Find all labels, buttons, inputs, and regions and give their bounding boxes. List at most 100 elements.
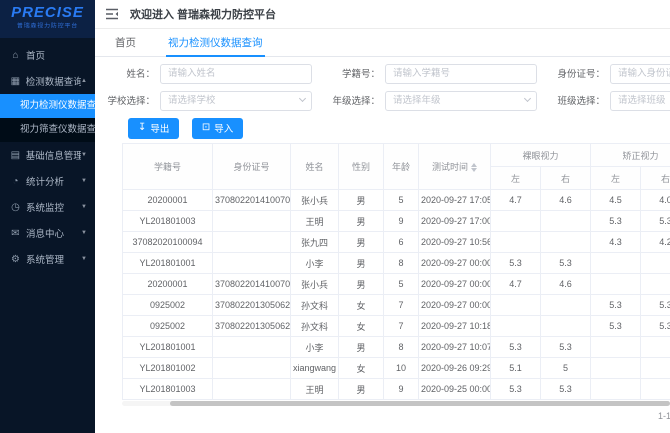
table-cell: 女	[339, 316, 384, 337]
table-cell: 4.6	[541, 274, 591, 295]
student-id-input[interactable]	[385, 64, 537, 84]
table-cell: 5.3	[641, 211, 670, 232]
sidebar-subitem[interactable]: 视力检测仪数据查询	[0, 94, 95, 118]
sidebar-subitem[interactable]: 视力筛查仪数据查询	[0, 118, 95, 142]
table-cell	[591, 253, 641, 274]
form-field: 学校选择：	[103, 90, 312, 110]
table-cell: 4.0	[641, 190, 670, 211]
sidebar-item[interactable]: ⚙系统管理▼	[0, 246, 95, 272]
table-cell	[591, 274, 641, 295]
table-cell: 0925002	[123, 295, 213, 316]
sidebar-item[interactable]: ▦检测数据查询▲	[0, 68, 95, 94]
table-cell: 2020-09-26 09:29:17	[419, 358, 491, 379]
data-table-scroll-area[interactable]: 学籍号 身份证号 姓名 性别 年龄 测试时间 裸眼视力 矫正视力	[122, 143, 670, 400]
table-cell: 5.3	[541, 253, 591, 274]
sidebar-item[interactable]: ✉消息中心▼	[0, 220, 95, 246]
table-row[interactable]: 20200001370802201410070919张小兵男52020-09-2…	[123, 274, 670, 295]
table-cell: 7	[384, 316, 419, 337]
name-input[interactable]	[160, 64, 312, 84]
table-cell: YL201801003	[123, 379, 213, 400]
id-card-input[interactable]	[610, 64, 670, 84]
subcol-corrected-left: 左	[591, 167, 641, 190]
table-cell: 370802201410070919	[213, 274, 291, 295]
table-cell: 男	[339, 190, 384, 211]
table-cell: 370802201305062028	[213, 316, 291, 337]
table-cell	[591, 337, 641, 358]
sidebar-item[interactable]: ⌂首页	[0, 42, 95, 68]
grade-select[interactable]	[385, 91, 537, 111]
logo: PRECISE 普瑞森视力防控平台	[0, 0, 95, 38]
table-cell	[541, 232, 591, 253]
table-row[interactable]: 37082020100094张九四男62020-09-27 10:56:114.…	[123, 232, 670, 253]
table-cell	[641, 379, 670, 400]
export-button[interactable]: ↧ 导出	[128, 118, 179, 139]
table-cell: 王明	[291, 211, 339, 232]
grid-icon: ▦	[10, 76, 21, 87]
sort-icon[interactable]	[471, 163, 477, 172]
table-cell: 370802201305062028	[213, 295, 291, 316]
field-label: 班级选择：	[553, 93, 605, 107]
table-cell	[641, 253, 670, 274]
chevron-down-icon: ▼	[81, 152, 87, 158]
table-cell: 5.3	[591, 295, 641, 316]
col-header-student-id: 学籍号	[123, 144, 213, 190]
table-cell: 2020-09-27 00:00:00	[419, 274, 491, 295]
tab[interactable]: 首页	[113, 29, 138, 56]
table-cell: 5	[384, 274, 419, 295]
sidebar-item[interactable]: ◔统计分析▼	[0, 168, 95, 194]
table-cell	[541, 316, 591, 337]
message-icon: ✉	[10, 228, 21, 239]
form-field: 年级选择：	[328, 90, 537, 110]
table-row[interactable]: 0925002370802201305062028孙文科女72020-09-27…	[123, 295, 670, 316]
welcome-text: 欢迎进入 普瑞森视力防控平台	[130, 6, 276, 22]
scrollbar-thumb[interactable]	[170, 401, 670, 406]
import-button[interactable]: ⊡ 导入	[192, 118, 243, 139]
sidebar-menu: ⌂首页▦检测数据查询▲视力检测仪数据查询视力筛查仪数据查询▤基础信息管理▼ ◔ 统计…	[0, 38, 95, 272]
table-cell: 8	[384, 253, 419, 274]
tab[interactable]: 视力检测仪数据查询	[166, 29, 265, 56]
col-group-naked-vision: 裸眼视力	[491, 144, 591, 167]
document-icon: ▤	[10, 150, 21, 161]
sidebar-item-label: 统计分析	[26, 174, 64, 188]
horizontal-scrollbar[interactable]	[122, 401, 670, 406]
table-cell: 7	[384, 295, 419, 316]
table-cell: 2020-09-27 10:56:11	[419, 232, 491, 253]
collapse-menu-icon[interactable]	[105, 8, 119, 20]
table-cell	[213, 358, 291, 379]
table-cell: 小李	[291, 337, 339, 358]
table-cell: 2020-09-27 10:18:52	[419, 316, 491, 337]
col-header-name: 姓名	[291, 144, 339, 190]
toolbar: ↧ 导出 ⊡ 导入	[128, 117, 670, 138]
table-cell: 5.1	[491, 358, 541, 379]
field-label: 姓名：	[103, 66, 155, 80]
field-label: 学籍号：	[328, 66, 380, 80]
sidebar-item-label: 系统管理	[26, 252, 64, 266]
table-cell: 张九四	[291, 232, 339, 253]
monitor-icon: ◷	[10, 202, 21, 213]
sidebar-item[interactable]: ▤基础信息管理▼	[0, 142, 95, 168]
table-cell	[641, 337, 670, 358]
table-cell: 女	[339, 295, 384, 316]
table-cell: 0925002	[123, 316, 213, 337]
col-header-age: 年龄	[384, 144, 419, 190]
table-row[interactable]: YL201801002xiangwang女102020-09-26 09:29:…	[123, 358, 670, 379]
form-field: 身份证号：	[553, 63, 670, 83]
test-time-label: 测试时间	[432, 162, 468, 172]
table-row[interactable]: 20200001370802201410070919张小兵男52020-09-2…	[123, 190, 670, 211]
table-row[interactable]: YL201801001小李男82020-09-27 10:07:295.35.3	[123, 337, 670, 358]
chevron-down-icon: ▼	[81, 204, 87, 210]
table-cell: 5.3	[491, 337, 541, 358]
sidebar: PRECISE 普瑞森视力防控平台 ⌂首页▦检测数据查询▲视力检测仪数据查询视力…	[0, 0, 95, 433]
table-cell: 8	[384, 337, 419, 358]
table-cell	[641, 274, 670, 295]
table-cell: 2020-09-27 10:07:29	[419, 337, 491, 358]
class-select[interactable]	[610, 91, 670, 111]
pie-chart-icon: ◔	[10, 176, 21, 187]
table-row[interactable]: 0925002370802201305062028孙文科女72020-09-27…	[123, 316, 670, 337]
table-row[interactable]: YL201801001小李男82020-09-27 00:00:005.35.3	[123, 253, 670, 274]
table-row[interactable]: YL201801003王明男92020-09-27 17:00:135.35.3	[123, 211, 670, 232]
table-cell: 5.3	[591, 211, 641, 232]
school-select[interactable]	[160, 91, 312, 111]
table-row[interactable]: YL201801003王明男92020-09-25 00:00:005.35.3	[123, 379, 670, 400]
sidebar-item[interactable]: ◷系统监控▼	[0, 194, 95, 220]
